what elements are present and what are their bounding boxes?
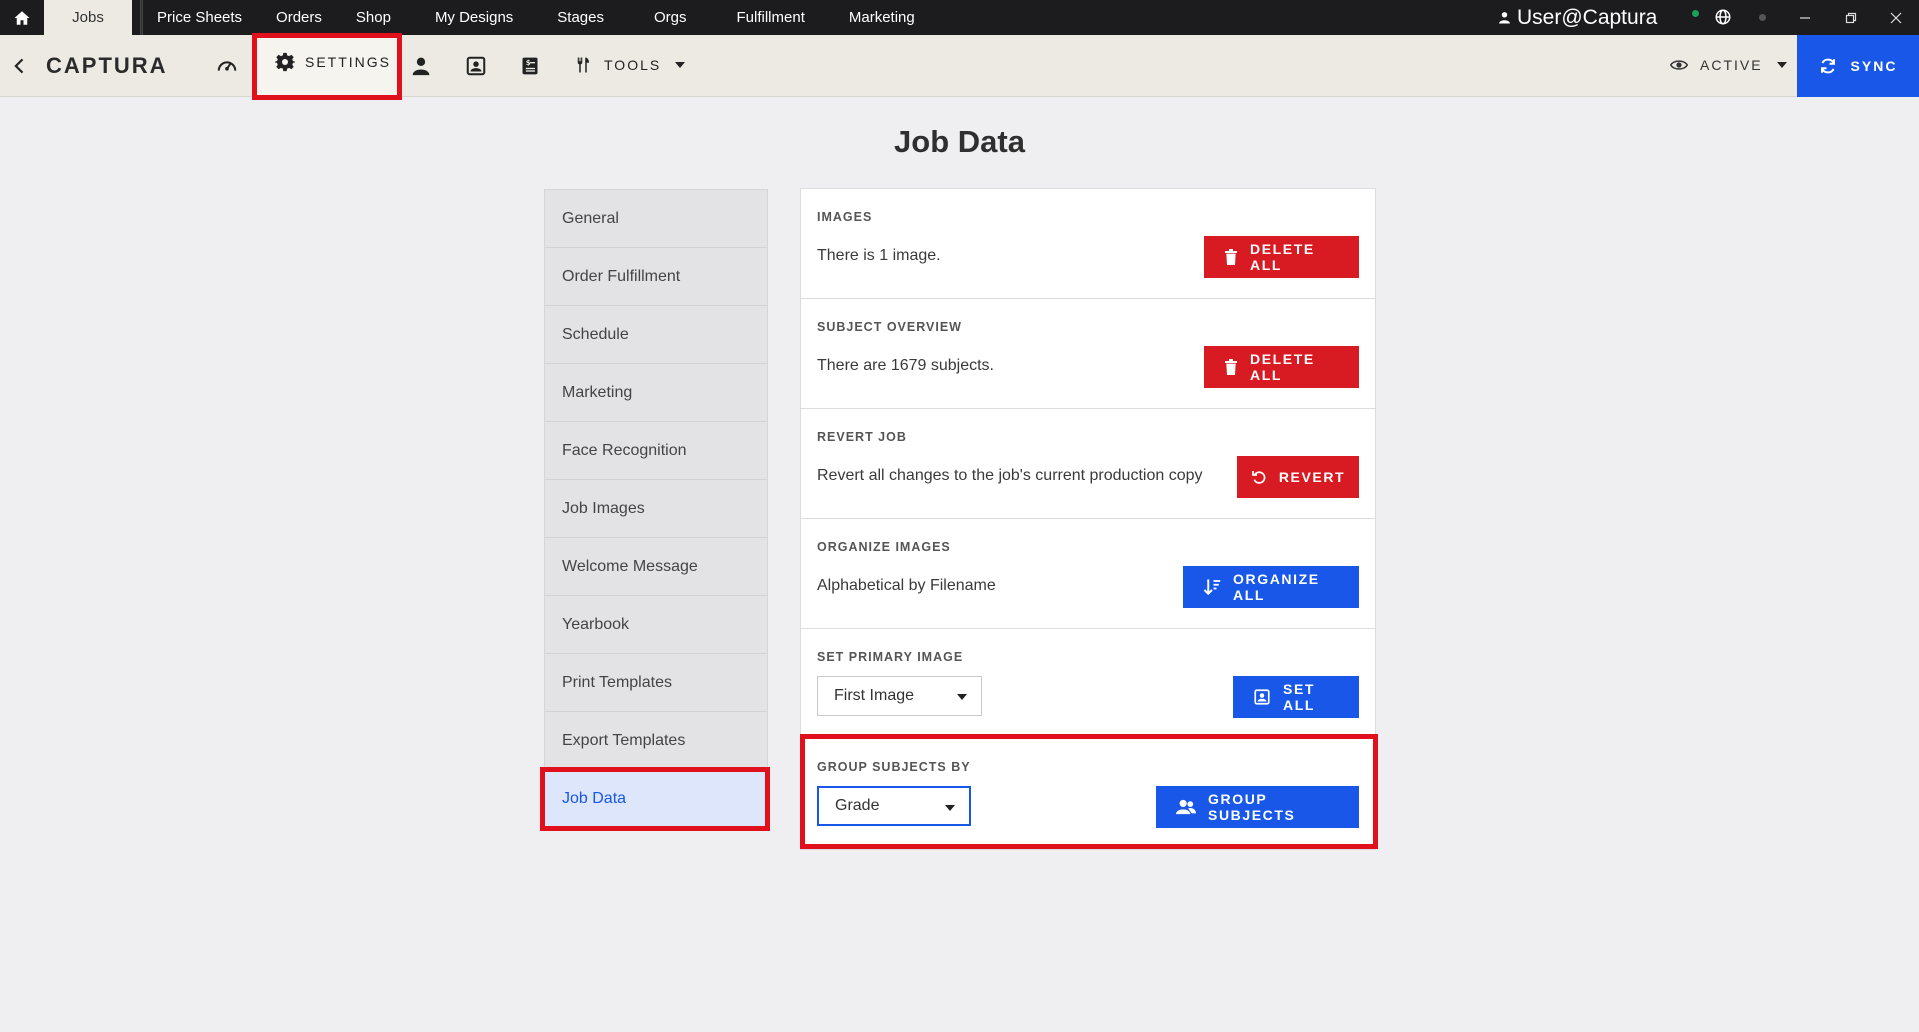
button-label: SET ALL (1283, 681, 1316, 713)
restore-icon[interactable] (1831, 0, 1871, 35)
tab-my-designs[interactable]: My Designs (435, 0, 557, 35)
tools-icon (574, 54, 592, 76)
minimize-icon[interactable] (1785, 0, 1825, 35)
sync-label: SYNC (1850, 58, 1898, 74)
section-heading: IMAGES (817, 210, 873, 224)
chevron-down-icon (957, 694, 967, 700)
button-label: REVERT (1278, 469, 1346, 485)
section-heading: SET PRIMARY IMAGE (817, 650, 964, 664)
sidebar-item-welcome-message[interactable]: Welcome Message (545, 538, 767, 596)
sidebar-item-face-recognition[interactable]: Face Recognition (545, 422, 767, 480)
job-data-highlight-box (540, 767, 770, 831)
home-icon[interactable] (0, 0, 44, 35)
active-status-dropdown[interactable]: ACTIVE (1670, 57, 1787, 73)
trash-icon (1224, 359, 1238, 375)
back-arrow-icon[interactable] (10, 56, 30, 76)
tab-separator (140, 0, 143, 35)
portrait-frame-icon (1253, 688, 1271, 706)
gear-icon (275, 52, 295, 72)
brand-title: CAPTURA (46, 53, 168, 78)
revert-button[interactable]: REVERT (1237, 456, 1359, 498)
page-title: Job Data (894, 124, 1025, 159)
top-nav-tabs: Price Sheets Orders Shop My Designs Stag… (157, 0, 935, 35)
images-count-text: There is 1 image. (817, 247, 941, 264)
active-label: ACTIVE (1700, 57, 1763, 73)
user-menu[interactable]: User@Captura (1498, 0, 1657, 35)
group-subjects-highlight-box (800, 734, 1378, 849)
top-app-bar: Jobs Price Sheets Orders Shop My Designs… (0, 0, 1919, 35)
trash-icon (1224, 249, 1238, 265)
tab-jobs[interactable]: Jobs (44, 0, 132, 35)
sidebar-item-order-fulfillment[interactable]: Order Fulfillment (545, 248, 767, 306)
section-heading: ORGANIZE IMAGES (817, 540, 951, 554)
primary-image-select[interactable]: First Image (817, 676, 982, 716)
sort-descending-icon (1203, 578, 1221, 596)
sidebar-item-general[interactable]: General (545, 190, 767, 248)
sidebar-item-export-templates[interactable]: Export Templates (545, 712, 767, 770)
undo-icon (1251, 469, 1267, 485)
sidebar-item-job-images[interactable]: Job Images (545, 480, 767, 538)
sync-icon (1819, 57, 1837, 75)
tab-orders[interactable]: Orders (276, 0, 356, 35)
section-heading: SUBJECT OVERVIEW (817, 320, 962, 334)
settings-button[interactable]: SETTINGS (252, 33, 402, 100)
subject-overview-section: SUBJECT OVERVIEW There are 1679 subjects… (801, 299, 1375, 409)
user-name: User@Captura (1517, 5, 1658, 29)
tab-shop[interactable]: Shop (356, 0, 435, 35)
portrait-frame-icon[interactable] (464, 54, 488, 78)
tools-label: TOOLS (604, 57, 662, 73)
delete-all-subjects-button[interactable]: DELETE ALL (1204, 346, 1359, 388)
button-label: DELETE ALL (1250, 351, 1315, 383)
revert-job-section: REVERT JOB Revert all changes to the job… (801, 409, 1375, 519)
price-sheet-icon[interactable]: $ (518, 54, 542, 78)
user-icon (1498, 10, 1511, 25)
dashboard-gauge-icon[interactable] (215, 54, 239, 78)
delete-all-images-button[interactable]: DELETE ALL (1204, 236, 1359, 278)
sidebar-item-print-templates[interactable]: Print Templates (545, 654, 767, 712)
select-value: First Image (834, 687, 915, 704)
tab-price-sheets[interactable]: Price Sheets (157, 0, 276, 35)
button-label: ORGANIZE ALL (1233, 571, 1320, 603)
set-all-button[interactable]: SET ALL (1233, 676, 1359, 718)
close-icon[interactable] (1876, 0, 1916, 35)
chevron-down-icon (675, 62, 686, 68)
globe-icon[interactable] (1714, 8, 1732, 26)
settings-label: SETTINGS (305, 54, 392, 70)
chevron-down-icon (1776, 62, 1787, 68)
tools-dropdown[interactable]: TOOLS (574, 54, 686, 76)
sidebar-item-yearbook[interactable]: Yearbook (545, 596, 767, 654)
organize-images-section: ORGANIZE IMAGES Alphabetical by Filename… (801, 519, 1375, 629)
organize-mode-text: Alphabetical by Filename (817, 577, 996, 594)
tab-stages[interactable]: Stages (557, 0, 654, 35)
online-status-dot (1692, 10, 1699, 17)
revert-description: Revert all changes to the job's current … (817, 467, 1203, 484)
subjects-count-text: There are 1679 subjects. (817, 357, 994, 374)
person-icon[interactable] (409, 54, 433, 78)
eye-icon (1670, 58, 1688, 72)
button-label: DELETE ALL (1250, 241, 1315, 273)
indicator-dot (1759, 14, 1766, 21)
settings-sidenav: General Order Fulfillment Schedule Marke… (544, 189, 768, 829)
sidebar-item-schedule[interactable]: Schedule (545, 306, 767, 364)
tab-orgs[interactable]: Orgs (654, 0, 737, 35)
images-section: IMAGES There is 1 image. DELETE ALL (801, 189, 1375, 299)
section-heading: REVERT JOB (817, 430, 907, 444)
tab-marketing[interactable]: Marketing (849, 0, 935, 35)
organize-all-button[interactable]: ORGANIZE ALL (1183, 566, 1359, 608)
sync-button[interactable]: SYNC (1797, 35, 1919, 97)
set-primary-image-section: SET PRIMARY IMAGE First Image SET ALL (801, 629, 1375, 739)
sidebar-item-marketing[interactable]: Marketing (545, 364, 767, 422)
tab-fulfillment[interactable]: Fulfillment (737, 0, 849, 35)
